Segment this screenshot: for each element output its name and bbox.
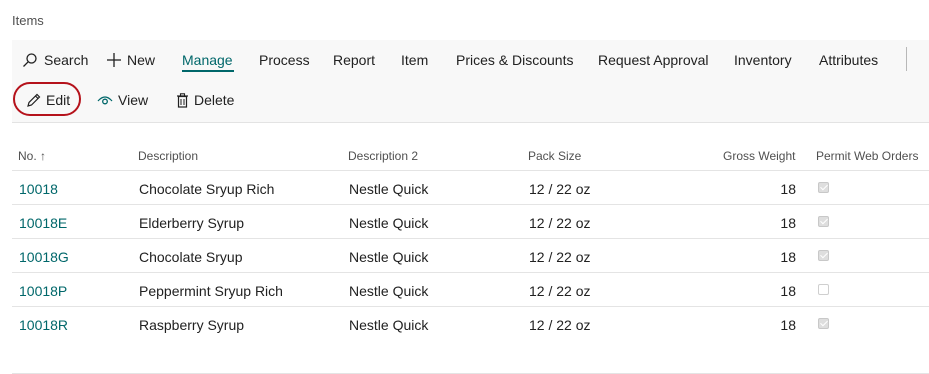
permit-web-orders-checkbox[interactable] [818, 318, 829, 329]
table-header: No. ↑ Description Description 2 Pack Siz… [12, 122, 929, 171]
page-title: Items [12, 13, 44, 28]
item-no-link[interactable]: 10018G [19, 249, 69, 265]
delete-button[interactable]: Delete [176, 92, 234, 108]
item-no-link[interactable]: 10018R [19, 317, 68, 333]
items-table: No. ↑ Description Description 2 Pack Siz… [12, 122, 929, 374]
view-label: View [118, 92, 149, 108]
new-button[interactable]: New [106, 52, 155, 68]
gross-weight-cell: 18 [780, 181, 796, 197]
column-header-no[interactable]: No. ↑ [18, 149, 46, 163]
action-bar: Search New Manage Process Report Item Pr… [12, 40, 929, 80]
plus-icon [106, 52, 122, 68]
gross-weight-cell: 18 [780, 215, 796, 231]
table-row[interactable]: 10018R Raspberry Syrup Nestle Quick 12 /… [12, 306, 929, 341]
tab-request-approval[interactable]: Request Approval [598, 52, 709, 68]
column-header-pack-size[interactable]: Pack Size [528, 149, 581, 163]
edit-button[interactable]: Edit [26, 92, 70, 108]
pencil-icon [26, 93, 41, 108]
search-label: Search [44, 52, 89, 68]
eye-icon [97, 93, 113, 107]
pack-size-cell: 12 / 22 oz [529, 181, 591, 197]
tab-item[interactable]: Item [401, 52, 428, 68]
description-2-cell: Nestle Quick [349, 317, 429, 333]
pack-size-cell: 12 / 22 oz [529, 283, 591, 299]
description-cell: Elderberry Syrup [139, 215, 245, 231]
table-row[interactable]: 10018 Chocolate Sryup Rich Nestle Quick … [12, 170, 929, 205]
item-no-link[interactable]: 10018 [19, 181, 58, 197]
trash-icon [176, 92, 189, 108]
item-no-link[interactable]: 10018E [19, 215, 67, 231]
table-row[interactable]: 10018E Elderberry Syrup Nestle Quick 12 … [12, 204, 929, 239]
gross-weight-cell: 18 [780, 283, 796, 299]
column-header-description-2[interactable]: Description 2 [348, 149, 418, 163]
tab-process[interactable]: Process [259, 52, 310, 68]
column-header-gross-weight[interactable]: Gross Weight [723, 149, 795, 163]
list-panel: Search New Manage Process Report Item Pr… [12, 40, 929, 374]
tab-manage[interactable]: Manage [182, 52, 233, 68]
pack-size-cell: 12 / 22 oz [529, 215, 591, 231]
item-no-link[interactable]: 10018P [19, 283, 67, 299]
description-2-cell: Nestle Quick [349, 283, 429, 299]
gross-weight-cell: 18 [780, 317, 796, 333]
pack-size-cell: 12 / 22 oz [529, 317, 591, 333]
tab-report[interactable]: Report [333, 52, 375, 68]
description-2-cell: Nestle Quick [349, 249, 429, 265]
description-cell: Chocolate Sryup [139, 249, 243, 265]
permit-web-orders-checkbox[interactable] [818, 250, 829, 261]
action-bar-divider [906, 47, 907, 71]
new-label: New [127, 52, 156, 68]
permit-web-orders-checkbox[interactable] [818, 216, 829, 227]
table-row[interactable]: 10018P Peppermint Sryup Rich Nestle Quic… [12, 272, 929, 307]
tab-attributes[interactable]: Attributes [819, 52, 878, 68]
permit-web-orders-checkbox[interactable] [818, 284, 829, 295]
delete-label: Delete [194, 92, 235, 108]
description-cell: Chocolate Sryup Rich [139, 181, 275, 197]
tab-prices-discounts[interactable]: Prices & Discounts [456, 52, 573, 68]
active-tab-indicator [182, 70, 234, 72]
description-2-cell: Nestle Quick [349, 215, 429, 231]
pack-size-cell: 12 / 22 oz [529, 249, 591, 265]
search-button[interactable]: Search [22, 52, 88, 68]
search-icon [22, 52, 38, 68]
column-header-description[interactable]: Description [138, 149, 198, 163]
view-button[interactable]: View [97, 92, 148, 108]
table-row[interactable]: 10018G Chocolate Sryup Nestle Quick 12 /… [12, 238, 929, 273]
permit-web-orders-checkbox[interactable] [818, 182, 829, 193]
description-cell: Peppermint Sryup Rich [139, 283, 283, 299]
description-2-cell: Nestle Quick [349, 181, 429, 197]
tab-inventory[interactable]: Inventory [734, 52, 792, 68]
description-cell: Raspberry Syrup [139, 317, 245, 333]
edit-label: Edit [46, 92, 71, 108]
gross-weight-cell: 18 [780, 249, 796, 265]
column-header-permit-web-orders[interactable]: Permit Web Orders [816, 149, 918, 163]
